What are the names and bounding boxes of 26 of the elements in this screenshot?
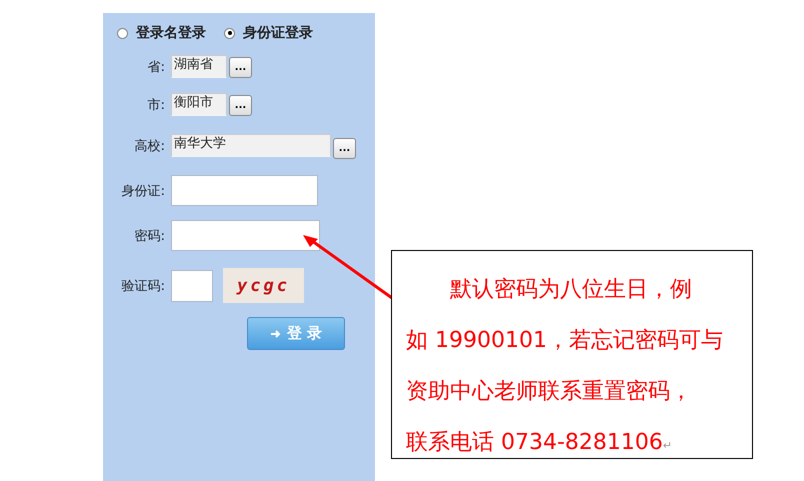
note-text: 默认密码为八位生日，例: [450, 277, 692, 302]
field-label: 密码:: [134, 228, 165, 244]
login-type-radio[interactable]: 登录名登录: [117, 24, 206, 42]
field-label: 省:: [146, 58, 165, 76]
paragraph-mark: ↵: [662, 439, 672, 452]
radio-icon[interactable]: [224, 28, 235, 38]
browse-button[interactable]: ...: [229, 57, 252, 78]
note-text: 联系电话 0734-8281106: [406, 430, 663, 455]
radio-icon[interactable]: [117, 28, 128, 38]
captcha-field[interactable]: [171, 270, 213, 302]
field-label: 验证码:: [120, 278, 165, 294]
input-field[interactable]: [171, 175, 318, 206]
field-label: 市:: [146, 96, 165, 114]
select-field[interactable]: 衡阳市: [171, 93, 227, 116]
select-field[interactable]: 南华大学: [171, 134, 331, 157]
field-label: 高校:: [134, 138, 165, 154]
login-type-radio[interactable]: 身份证登录: [224, 24, 313, 42]
input-field[interactable]: [171, 220, 320, 251]
browse-button[interactable]: ...: [333, 138, 356, 159]
note-text: 如 19900101，若忘记密码可与: [406, 328, 723, 353]
note-text: 资助中心老师联系重置密码，: [406, 379, 692, 404]
browse-button[interactable]: ...: [229, 95, 252, 116]
captcha-image: ycgc: [223, 268, 304, 303]
arrow-icon: [270, 328, 281, 338]
field-label: 身份证:: [120, 182, 165, 200]
select-field[interactable]: 湖南省: [171, 55, 227, 78]
